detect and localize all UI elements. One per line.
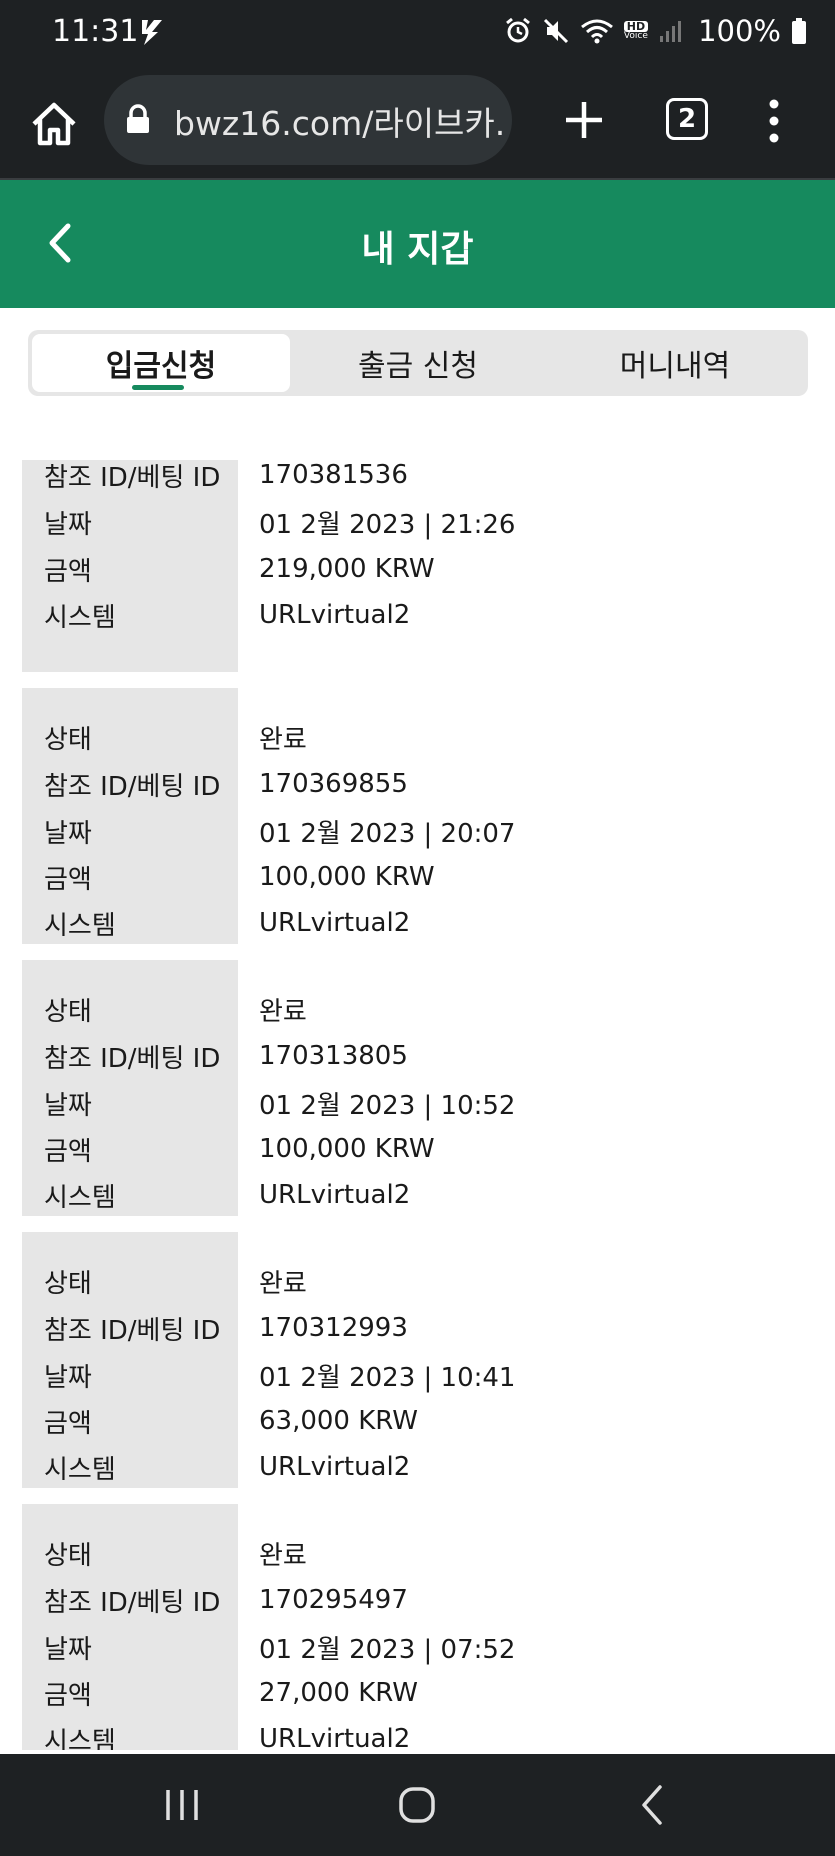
transaction-card: 상태 완료 참조 ID/베팅 ID 170312993 날짜 01 2월 2023 |… <box>0 1232 835 1488</box>
ref-id-value: 170312993 <box>259 1313 408 1343</box>
amount-value: 100,000 KRW <box>259 862 435 892</box>
system-value: URLvirtual2 <box>259 1724 411 1750</box>
tab-money-history[interactable]: 머니내역 <box>546 334 804 392</box>
tab-deposit-request[interactable]: 입금신청 <box>32 334 290 392</box>
date-label: 날짜 <box>44 818 92 849</box>
transaction-card: 상태완료 참조 ID/베팅 ID170381536 날짜01 2월 2023 |… <box>0 460 835 672</box>
bolt-notification-icon <box>138 18 168 50</box>
tab-withdraw-request[interactable]: 출금 신청 <box>289 334 547 392</box>
date-label: 날짜 <box>44 1634 92 1665</box>
battery-icon <box>791 17 807 45</box>
page-title: 내 지갑 <box>361 229 474 270</box>
tab-label: 머니내역 <box>619 349 731 384</box>
status-value: 완료 <box>259 996 307 1027</box>
system-label: 시스템 <box>44 602 116 633</box>
system-value: URLvirtual2 <box>259 908 411 938</box>
wallet-tabs: 입금신청 출금 신청 머니내역 <box>28 330 808 396</box>
browser-toolbar: bwz16.com/라이브카... 2 <box>0 68 835 180</box>
home-button-icon[interactable] <box>398 1786 436 1824</box>
tab-label: 입금신청 <box>105 349 217 384</box>
app-header: 내 지갑 <box>0 180 835 308</box>
status-value: 완료 <box>259 724 307 755</box>
voice-label: Voice <box>623 31 648 41</box>
date-label: 날짜 <box>44 1090 92 1121</box>
amount-value: 219,000 KRW <box>259 554 435 584</box>
recent-apps-icon[interactable] <box>164 1788 200 1822</box>
status-label: 상태 <box>44 724 92 755</box>
alarm-icon <box>504 17 532 45</box>
ref-id-label: 참조 ID/베팅 ID <box>44 462 221 493</box>
ref-id-value: 170313805 <box>259 1041 408 1071</box>
date-label: 날짜 <box>44 509 92 540</box>
system-label: 시스템 <box>44 1182 116 1213</box>
amount-value: 63,000 KRW <box>259 1406 419 1436</box>
amount-label: 금액 <box>44 864 92 895</box>
transaction-list[interactable]: 상태완료 참조 ID/베팅 ID170381536 날짜01 2월 2023 |… <box>0 460 835 1750</box>
status-label: 상태 <box>44 1540 92 1571</box>
system-value: URLvirtual2 <box>259 1452 411 1482</box>
status-bar: 11:31 HD Voice 100% <box>0 0 835 68</box>
transaction-card: 상태 완료 참조 ID/베팅 ID 170313805 날짜 01 2월 2023 |… <box>0 960 835 1216</box>
date-value: 01 2월 2023 | 10:41 <box>259 1362 516 1393</box>
ref-id-value: 170295497 <box>259 1585 408 1615</box>
status-value: 완료 <box>259 1268 307 1299</box>
url-text: bwz16.com/라이브카... <box>174 104 504 143</box>
system-nav-bar <box>0 1754 835 1856</box>
amount-label: 금액 <box>44 1136 92 1167</box>
amount-value: 100,000 KRW <box>259 1134 435 1164</box>
more-menu-icon[interactable] <box>764 96 784 146</box>
address-bar[interactable]: bwz16.com/라이브카... <box>104 75 512 165</box>
system-label: 시스템 <box>44 1726 116 1751</box>
hd-voice-icon: HD Voice <box>623 21 649 41</box>
transaction-card: 상태 완료 참조 ID/베팅 ID 170295497 날짜 01 2월 2023 |… <box>0 1504 835 1750</box>
system-label: 시스템 <box>44 910 116 941</box>
active-tab-indicator <box>132 385 184 390</box>
ref-id-value: 170369855 <box>259 769 408 799</box>
tab-switcher-button[interactable]: 2 <box>666 98 708 140</box>
lock-icon <box>126 104 150 138</box>
transaction-card: 상태 완료 참조 ID/베팅 ID 170369855 날짜 01 2월 2023 |… <box>0 688 835 944</box>
battery-percent: 100% <box>698 14 781 48</box>
ref-id-label: 참조 ID/베팅 ID <box>44 771 221 802</box>
ref-id-value: 170381536 <box>259 460 408 490</box>
mute-icon <box>542 17 570 45</box>
status-label: 상태 <box>44 996 92 1027</box>
amount-value: 27,000 KRW <box>259 1678 419 1708</box>
status-value: 완료 <box>259 1540 307 1571</box>
amount-label: 금액 <box>44 556 92 587</box>
signal-icon <box>658 18 684 44</box>
ref-id-label: 참조 ID/베팅 ID <box>44 1315 221 1346</box>
system-value: URLvirtual2 <box>259 600 411 630</box>
wifi-icon <box>580 17 614 45</box>
new-tab-icon[interactable] <box>560 96 608 144</box>
system-value: URLvirtual2 <box>259 1180 411 1210</box>
date-value: 01 2월 2023 | 20:07 <box>259 818 516 849</box>
amount-label: 금액 <box>44 1408 92 1439</box>
date-label: 날짜 <box>44 1362 92 1393</box>
home-icon[interactable] <box>28 98 80 150</box>
back-icon[interactable] <box>640 1784 664 1826</box>
status-time: 11:31 <box>52 14 139 49</box>
system-label: 시스템 <box>44 1454 116 1485</box>
status-icons: HD Voice 100% <box>504 14 807 48</box>
date-value: 01 2월 2023 | 07:52 <box>259 1634 516 1665</box>
ref-id-label: 참조 ID/베팅 ID <box>44 1043 221 1074</box>
date-value: 01 2월 2023 | 21:26 <box>259 509 516 540</box>
tab-label: 출금 신청 <box>358 349 478 384</box>
ref-id-label: 참조 ID/베팅 ID <box>44 1587 221 1618</box>
amount-label: 금액 <box>44 1680 92 1711</box>
date-value: 01 2월 2023 | 10:52 <box>259 1090 516 1121</box>
status-label: 상태 <box>44 1268 92 1299</box>
